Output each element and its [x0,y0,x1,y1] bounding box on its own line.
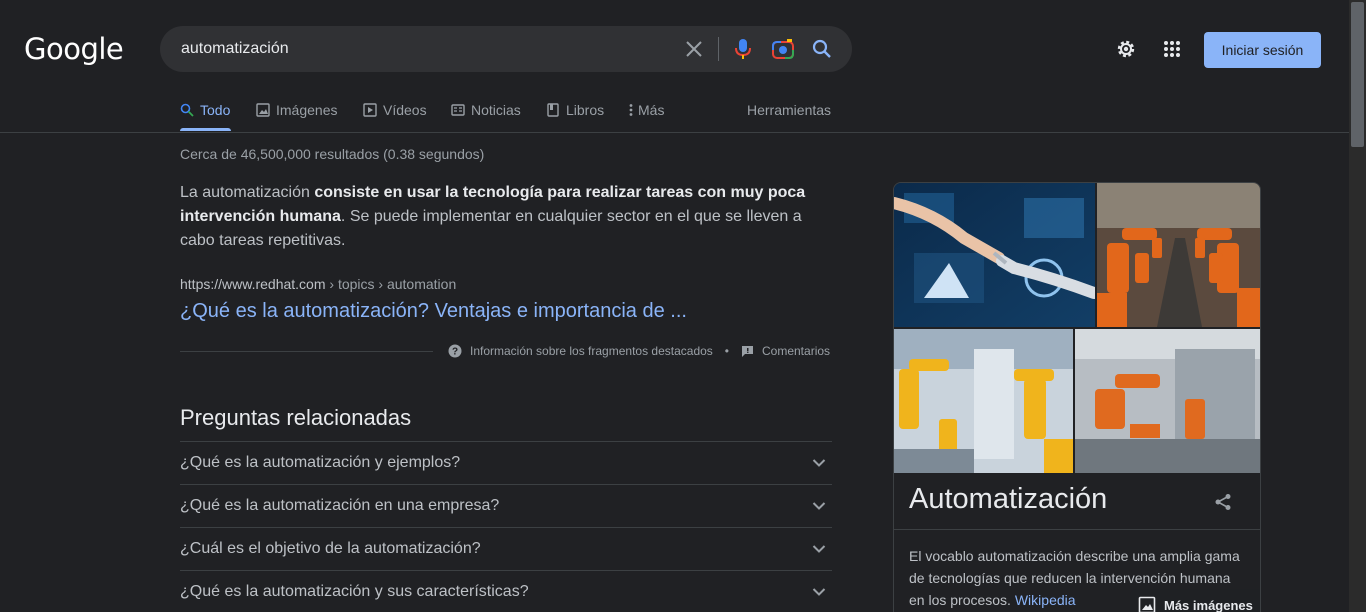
google-logo[interactable]: Google [24,32,124,66]
scrollbar-thumb[interactable] [1351,2,1364,147]
search-icon [180,103,194,117]
featured-snippet-text: La automatización consiste en usar la te… [180,181,820,253]
tab-label: Más [638,102,665,118]
video-icon [363,103,377,117]
chevron-down-icon [812,588,826,596]
question-text: ¿Qué es la automatización y ejemplos? [180,454,461,471]
cite-domain: https://www.redhat.com [180,276,326,292]
share-icon[interactable] [1214,493,1232,516]
snippet-text-pre: La automatización [180,184,315,201]
knowledge-panel-description: El vocablo automatización describe una a… [909,545,1249,611]
result-title-link[interactable]: ¿Qué es la automatización? Ventajas e im… [180,300,687,323]
featured-snippet-footer: ? Información sobre los fragmentos desta… [448,344,830,358]
tab-videos[interactable]: Vídeos [363,102,427,118]
book-icon [547,103,559,117]
image-icon [256,103,270,117]
tab-label: Noticias [471,102,521,118]
tab-mas[interactable]: Más [628,102,664,118]
search-divider [718,37,719,61]
tab-imagenes[interactable]: Imágenes [256,102,337,118]
related-question-item[interactable]: ¿Qué es la automatización y sus caracter… [180,570,832,612]
news-icon [451,104,465,116]
search-input[interactable]: automatización [181,40,289,58]
related-question-item[interactable]: ¿Qué es la automatización y ejemplos? [180,441,832,484]
svg-text:?: ? [452,347,458,358]
tab-libros[interactable]: Libros [546,102,604,118]
question-text: ¿Qué es la automatización en una empresa… [180,497,500,514]
tab-todo[interactable]: Todo [180,102,230,118]
result-cite[interactable]: https://www.redhat.com › topics › automa… [180,276,456,292]
tools-button[interactable]: Herramientas [747,102,831,118]
image-yellow-robots[interactable] [894,329,1073,473]
help-icon[interactable]: ? [448,344,462,358]
active-tab-indicator [180,128,231,131]
microphone-icon[interactable] [731,37,755,61]
search-icon[interactable] [810,37,834,61]
chevron-down-icon [812,502,826,510]
camera-icon[interactable] [771,37,795,61]
tab-label: Vídeos [383,102,427,118]
knowledge-panel: Más imágenes Automatización El vocablo a… [893,182,1261,612]
signin-button[interactable]: Iniciar sesión [1204,32,1321,68]
knowledge-panel-title: Automatización [909,483,1108,515]
snippet-info-link[interactable]: Información sobre los fragmentos destaca… [470,344,713,358]
divider [180,351,433,352]
search-box[interactable]: automatización [160,26,852,72]
apps-grid-icon[interactable] [1160,37,1184,61]
image-orange-robots[interactable] [1097,183,1260,327]
question-text: ¿Cuál es el objetivo de la automatizació… [180,540,481,557]
image-factory-robots[interactable] [1075,329,1260,473]
wikipedia-link[interactable]: Wikipedia [1015,592,1076,608]
chevron-down-icon [812,459,826,467]
more-vert-icon [629,104,633,116]
scrollbar[interactable] [1349,0,1366,612]
related-questions-title: Preguntas relacionadas [180,405,412,430]
tab-label: Libros [566,102,605,118]
tab-label: Todo [200,102,231,118]
tools-label: Herramientas [747,102,832,118]
result-stats: Cerca de 46,500,000 resultados (0.38 seg… [180,146,485,162]
related-questions-list: ¿Qué es la automatización y ejemplos? ¿Q… [180,441,832,612]
related-question-item[interactable]: ¿Qué es la automatización en una empresa… [180,484,832,527]
divider [894,529,1260,530]
feedback-link[interactable]: Comentarios [762,344,830,358]
search-tabs: Todo Imágenes Vídeos Noticias Libros Más… [0,90,1349,133]
question-text: ¿Qué es la automatización y sus caracter… [180,583,529,600]
cite-path: › topics › automation [325,276,457,292]
feedback-icon[interactable] [741,345,754,358]
settings-gear-icon[interactable] [1114,37,1138,61]
image-robot-hand[interactable] [894,183,1095,327]
clear-icon[interactable] [682,37,706,61]
chevron-down-icon [812,545,826,553]
tab-noticias[interactable]: Noticias [451,102,521,118]
related-question-item[interactable]: ¿Cuál es el objetivo de la automatizació… [180,527,832,570]
tab-label: Imágenes [276,102,338,118]
separator-dot: • [724,344,729,358]
